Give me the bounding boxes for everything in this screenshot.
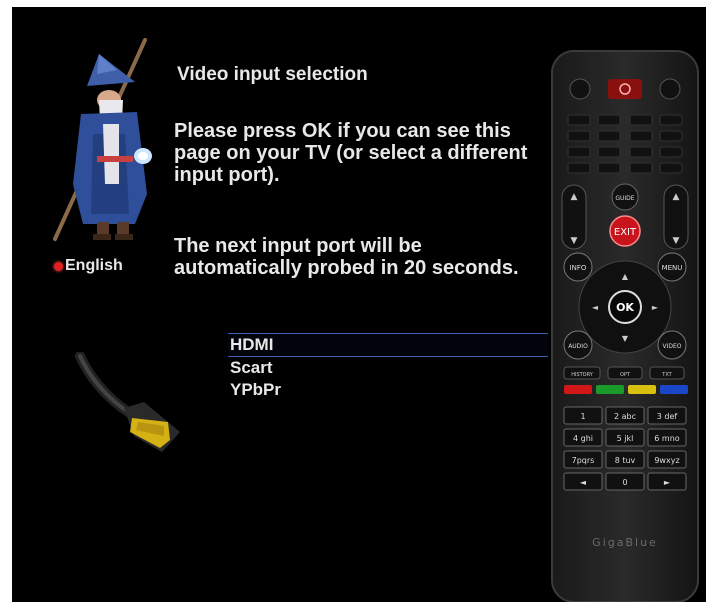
- remote-ok-label: OK: [616, 301, 634, 314]
- remote-menu-label: MENU: [662, 264, 683, 272]
- remote-key: ◄: [580, 478, 587, 487]
- remote-key: 8 tuv: [615, 456, 636, 465]
- hdmi-cable-icon: [75, 352, 180, 452]
- remote-key: ►: [664, 478, 671, 487]
- wizard-mascot-image: [53, 38, 152, 241]
- svg-text:▲: ▲: [571, 192, 578, 202]
- language-flag-icon: [54, 261, 63, 271]
- remote-control-image: ▲ ▼ ▲ ▼ GUIDE EXIT INFO MENU ▲ ▼ ◄ ► OK …: [551, 50, 699, 602]
- tv-screen: English Video input selection Please pre…: [12, 7, 706, 602]
- countdown-text: The next input port will be automaticall…: [174, 235, 519, 279]
- port-option-ypbpr[interactable]: YPbPr: [228, 379, 548, 401]
- input-port-list: HDMI Scart YPbPr: [228, 333, 548, 401]
- remote-key: 4 ghi: [573, 434, 593, 443]
- svg-text:▲: ▲: [622, 272, 629, 281]
- remote-video-label: VIDEO: [662, 343, 681, 350]
- svg-text:►: ►: [652, 303, 659, 312]
- remote-key: 5 jkl: [617, 434, 634, 443]
- page-title: Video input selection: [177, 64, 368, 85]
- remote-key: 3 def: [657, 412, 678, 421]
- remote-key: 0: [622, 478, 627, 487]
- port-option-scart[interactable]: Scart: [228, 357, 548, 379]
- language-selector[interactable]: English: [54, 257, 123, 275]
- remote-exit-label: EXIT: [614, 227, 637, 238]
- remote-history-label: HISTORY: [571, 372, 594, 378]
- remote-guide-label: GUIDE: [615, 195, 634, 202]
- port-option-hdmi[interactable]: HDMI: [228, 334, 548, 356]
- svg-text:▼: ▼: [571, 236, 578, 246]
- svg-text:◄: ◄: [592, 303, 599, 312]
- remote-key: 1: [580, 412, 585, 421]
- remote-key: 9wxyz: [654, 456, 679, 465]
- remote-opt-label: OPT: [620, 372, 631, 378]
- svg-text:▼: ▼: [622, 334, 629, 343]
- instructions-text: Please press OK if you can see this page…: [174, 120, 528, 186]
- remote-brand-logo: GigaBlue: [592, 536, 658, 549]
- remote-key: 6 mno: [654, 434, 679, 443]
- svg-text:▲: ▲: [673, 192, 680, 202]
- language-label: English: [65, 257, 123, 274]
- remote-info-label: INFO: [570, 264, 587, 272]
- remote-audio-label: AUDIO: [568, 343, 588, 350]
- svg-text:▼: ▼: [673, 236, 680, 246]
- remote-txt-label: TXT: [661, 372, 672, 378]
- remote-key: 7pqrs: [572, 456, 595, 465]
- remote-key: 2 abc: [614, 412, 636, 421]
